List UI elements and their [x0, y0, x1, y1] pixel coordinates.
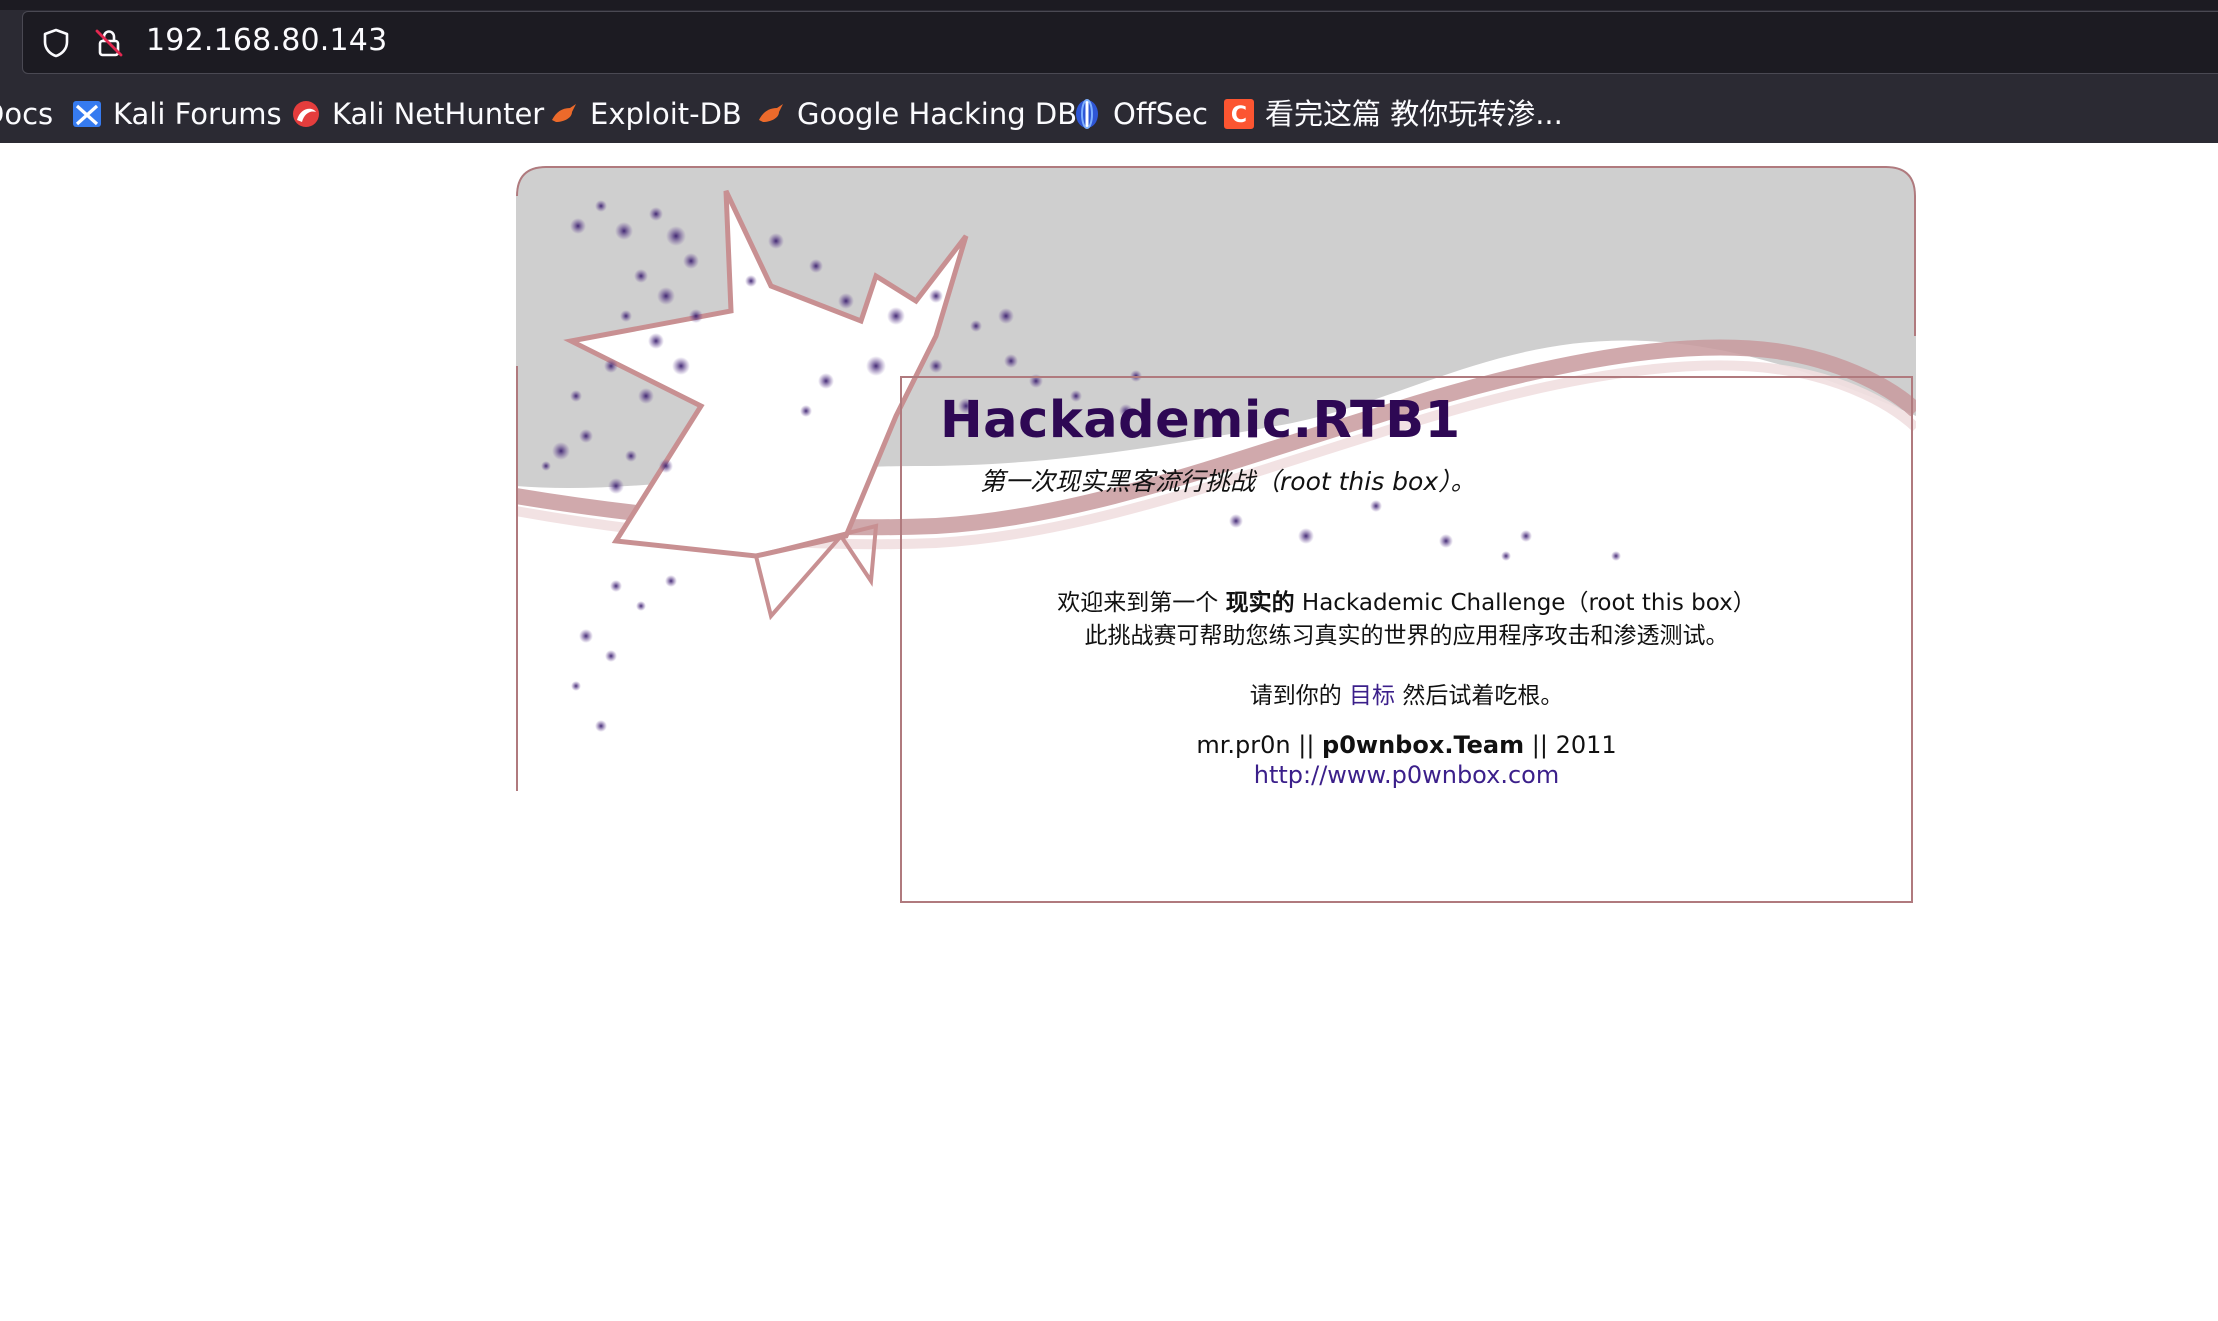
welcome-bold: 现实的: [1225, 590, 1295, 616]
site-subtitle: 第一次现实黑客流行挑战（root this box）。: [980, 467, 1476, 496]
insecure-lock-icon[interactable]: [93, 27, 125, 59]
bookmark-label: Kali Forums: [113, 97, 282, 131]
target-link[interactable]: 目标: [1349, 683, 1395, 709]
browser-chrome: 192.168.80.143 Docs Kali Forums Kali Net…: [0, 0, 2218, 143]
instruction-prefix: 请到你的: [1249, 683, 1342, 709]
offsec-icon: [1076, 99, 1098, 129]
welcome-prefix: 欢迎来到第一个: [1057, 590, 1219, 616]
kali-forums-icon: [73, 101, 101, 127]
bookmarks-toolbar: Docs Kali Forums Kali NetHunter Exploit-…: [0, 90, 2218, 138]
bookmark-csdn[interactable]: C 看完这篇 教你玩转渗...: [1223, 90, 1563, 138]
bookmark-offsec[interactable]: OffSec: [1071, 90, 1208, 138]
welcome-suffix: Hackademic Challenge（root this box）: [1301, 590, 1756, 616]
instruction-suffix: 然后试着吃根。: [1402, 683, 1564, 709]
site-title: Hackademic.RTB1: [940, 391, 1461, 450]
credit-year: || 2011: [1531, 731, 1617, 759]
credit-author: mr.pr0n ||: [1196, 731, 1315, 759]
bookmark-google-hacking-db[interactable]: Google Hacking DB: [755, 90, 1077, 138]
website-line: http://www.p0wnbox.com: [902, 761, 1911, 789]
bookmark-label: 看完这篇 教你玩转渗...: [1265, 97, 1563, 131]
address-bar[interactable]: 192.168.80.143: [22, 11, 2218, 74]
bookmark-exploit-db[interactable]: Exploit-DB: [548, 90, 742, 138]
description-line: 此挑战赛可帮助您练习真实的世界的应用程序攻击和渗透测试。: [1084, 623, 1729, 649]
welcome-line: 欢迎来到第一个 现实的 Hackademic Challenge（root th…: [902, 583, 1911, 617]
bookmark-label: Exploit-DB: [590, 97, 742, 131]
ghdb-icon: [759, 104, 783, 122]
svg-text:C: C: [1231, 103, 1247, 128]
instruction-line: 请到你的 目标 然后试着吃根。: [902, 676, 1911, 710]
tab-strip: [0, 0, 2218, 10]
credit-team: p0wnbox.Team: [1322, 731, 1525, 759]
credit-line: mr.pr0n || p0wnbox.Team || 2011: [902, 731, 1911, 759]
exploit-db-icon: [552, 104, 576, 122]
website-link[interactable]: http://www.p0wnbox.com: [1254, 761, 1559, 789]
bookmark-docs[interactable]: Docs: [0, 90, 53, 138]
bookmark-label: OffSec: [1113, 97, 1209, 131]
url-text[interactable]: 192.168.80.143: [146, 23, 387, 58]
bookmark-label: Google Hacking DB: [797, 97, 1078, 131]
bookmark-kali-forums[interactable]: Kali Forums: [71, 90, 282, 138]
kali-nethunter-icon: [293, 101, 319, 127]
bookmark-kali-nethunter[interactable]: Kali NetHunter: [290, 90, 544, 138]
bookmark-label: Docs: [0, 97, 54, 131]
shield-icon[interactable]: [40, 27, 72, 59]
csdn-icon: C: [1224, 99, 1254, 129]
bookmark-label: Kali NetHunter: [332, 97, 545, 131]
